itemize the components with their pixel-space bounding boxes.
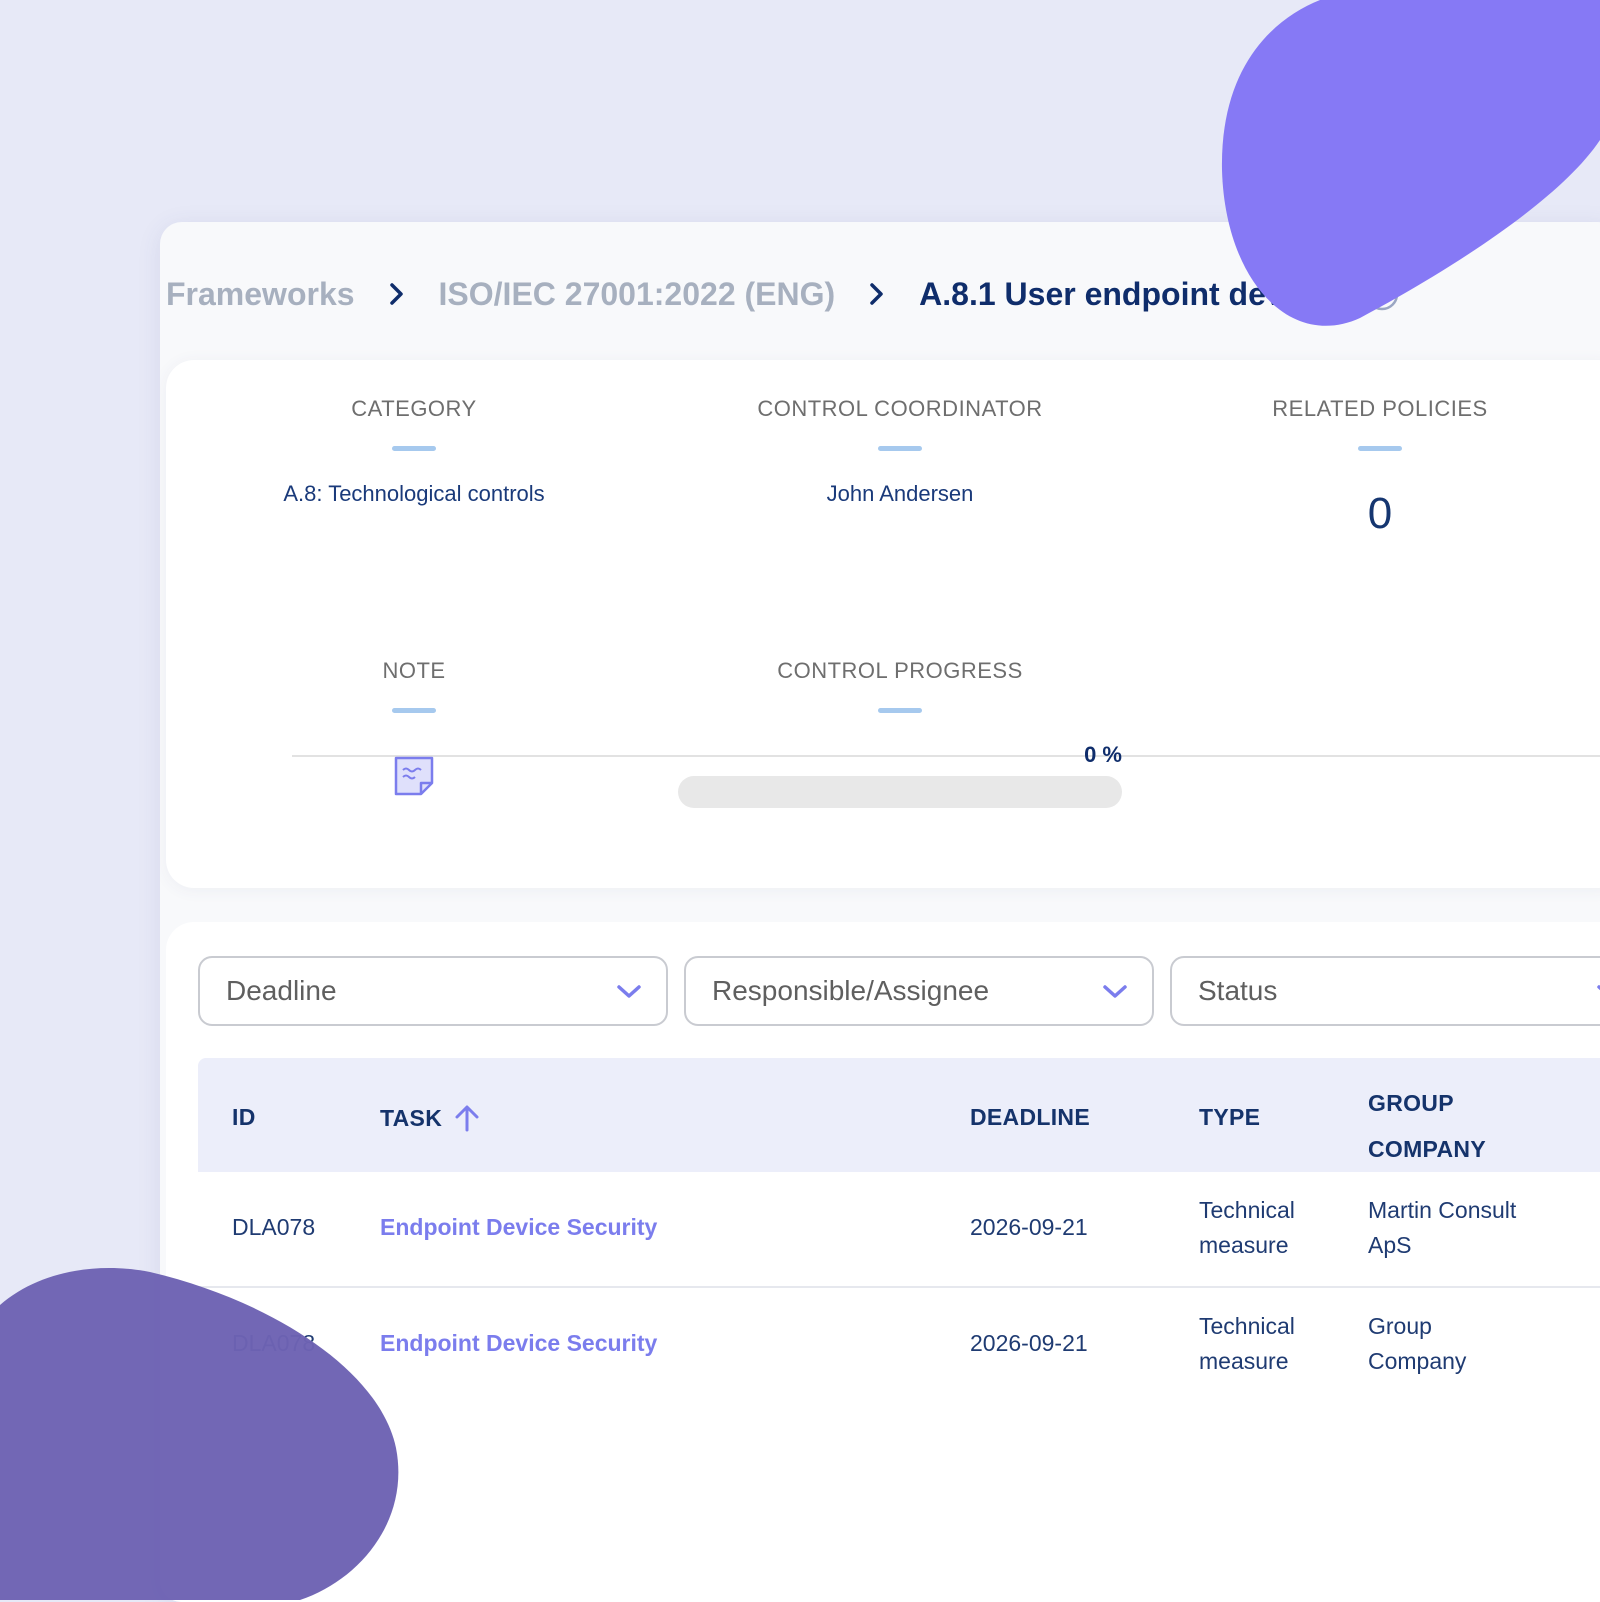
row-group-company-line1: Group <box>1368 1313 1432 1339</box>
coordinator-underline <box>878 446 922 451</box>
sort-ascending-icon[interactable] <box>454 1104 480 1132</box>
status-filter-label: Status <box>1198 975 1278 1006</box>
category-field: CATEGORY A.8: Technological controls <box>214 396 614 507</box>
row-deadline: 2026-09-21 <box>970 1330 1088 1356</box>
note-underline <box>392 708 436 713</box>
table-row[interactable]: DLA078 Endpoint Device Security 2026-09-… <box>198 1288 1600 1402</box>
table-header: ID TASK DEADLINE TYPE GROUP COMPANY <box>198 1058 1600 1172</box>
coordinator-label: CONTROL COORDINATOR <box>757 396 1043 421</box>
chevron-down-icon <box>1596 975 1600 1007</box>
info-icon[interactable] <box>1364 276 1400 312</box>
status-filter[interactable]: Status <box>1170 956 1600 1026</box>
chevron-down-icon <box>616 975 642 1007</box>
chevron-right-icon <box>389 282 405 306</box>
row-group-company-line2: ApS <box>1368 1232 1412 1258</box>
related-policies-field: RELATED POLICIES 0 <box>1180 396 1580 539</box>
category-label: CATEGORY <box>351 396 477 421</box>
row-type-line2: measure <box>1199 1348 1289 1374</box>
related-policies-count[interactable]: 0 <box>1180 489 1580 539</box>
column-header-task-label: TASK <box>380 1104 443 1131</box>
tasks-card: Deadline Responsible/Assignee Status ID … <box>166 922 1600 1602</box>
note-label: NOTE <box>382 658 446 683</box>
related-policies-underline <box>1358 446 1402 451</box>
row-id: DLA078 <box>232 1330 316 1356</box>
column-header-task[interactable]: TASK <box>380 1104 480 1132</box>
column-header-group-company-line2: COMPANY <box>1368 1136 1486 1162</box>
related-policies-label: RELATED POLICIES <box>1272 396 1488 421</box>
column-header-deadline[interactable]: DEADLINE <box>970 1104 1090 1131</box>
progress-track <box>678 776 1122 808</box>
control-progress-underline <box>878 708 922 713</box>
note-icon[interactable] <box>393 755 435 802</box>
column-header-type[interactable]: TYPE <box>1199 1104 1260 1131</box>
column-header-group-company-line1: GROUP <box>1368 1090 1454 1116</box>
note-field: NOTE <box>314 658 514 802</box>
row-group-company-line2: Company <box>1368 1348 1467 1374</box>
control-progress-field: CONTROL PROGRESS <box>750 658 1050 713</box>
page-title: A.8.1 User endpoint devices <box>919 275 1346 312</box>
row-type-line2: measure <box>1199 1232 1289 1258</box>
progress-percent: 0 % <box>1084 742 1122 767</box>
row-task-link[interactable]: Endpoint Device Security <box>380 1326 657 1361</box>
row-group-company: Martin Consult ApS <box>1368 1193 1516 1263</box>
deadline-filter[interactable]: Deadline <box>198 956 668 1026</box>
control-details-card: CATEGORY A.8: Technological controls CON… <box>166 360 1600 888</box>
row-group-company-line1: Martin Consult <box>1368 1197 1517 1223</box>
row-task-link[interactable]: Endpoint Device Security <box>380 1210 657 1245</box>
breadcrumb-frameworks[interactable]: Frameworks <box>166 276 355 313</box>
column-header-id[interactable]: ID <box>232 1104 256 1131</box>
chevron-down-icon <box>1102 975 1128 1007</box>
row-id: DLA078 <box>232 1214 316 1240</box>
row-deadline: 2026-09-21 <box>970 1214 1088 1240</box>
control-progress-label: CONTROL PROGRESS <box>777 658 1023 683</box>
coordinator-value[interactable]: John Andersen <box>700 481 1100 507</box>
breadcrumb: Frameworks ISO/IEC 27001:2022 (ENG) A.8.… <box>166 272 1400 316</box>
row-group-company: Group Company <box>1368 1309 1466 1379</box>
assignee-filter[interactable]: Responsible/Assignee <box>684 956 1154 1026</box>
category-value: A.8: Technological controls <box>283 481 545 506</box>
row-type-line1: Technical <box>1199 1313 1295 1339</box>
coordinator-field: CONTROL COORDINATOR John Andersen <box>700 396 1100 507</box>
deadline-filter-label: Deadline <box>226 975 337 1006</box>
row-type: Technical measure <box>1199 1193 1295 1263</box>
row-type: Technical measure <box>1199 1309 1295 1379</box>
column-header-group-company[interactable]: GROUP COMPANY <box>1368 1080 1486 1172</box>
assignee-filter-label: Responsible/Assignee <box>712 975 990 1006</box>
row-type-line1: Technical <box>1199 1197 1295 1223</box>
app-window: Frameworks ISO/IEC 27001:2022 (ENG) A.8.… <box>160 222 1600 1602</box>
table-row[interactable]: DLA078 Endpoint Device Security 2026-09-… <box>198 1172 1600 1288</box>
chevron-right-icon <box>869 282 885 306</box>
tasks-table: ID TASK DEADLINE TYPE GROUP COMPANY DLA0… <box>198 1058 1600 1402</box>
category-underline <box>392 446 436 451</box>
breadcrumb-iso[interactable]: ISO/IEC 27001:2022 (ENG) <box>439 276 836 313</box>
